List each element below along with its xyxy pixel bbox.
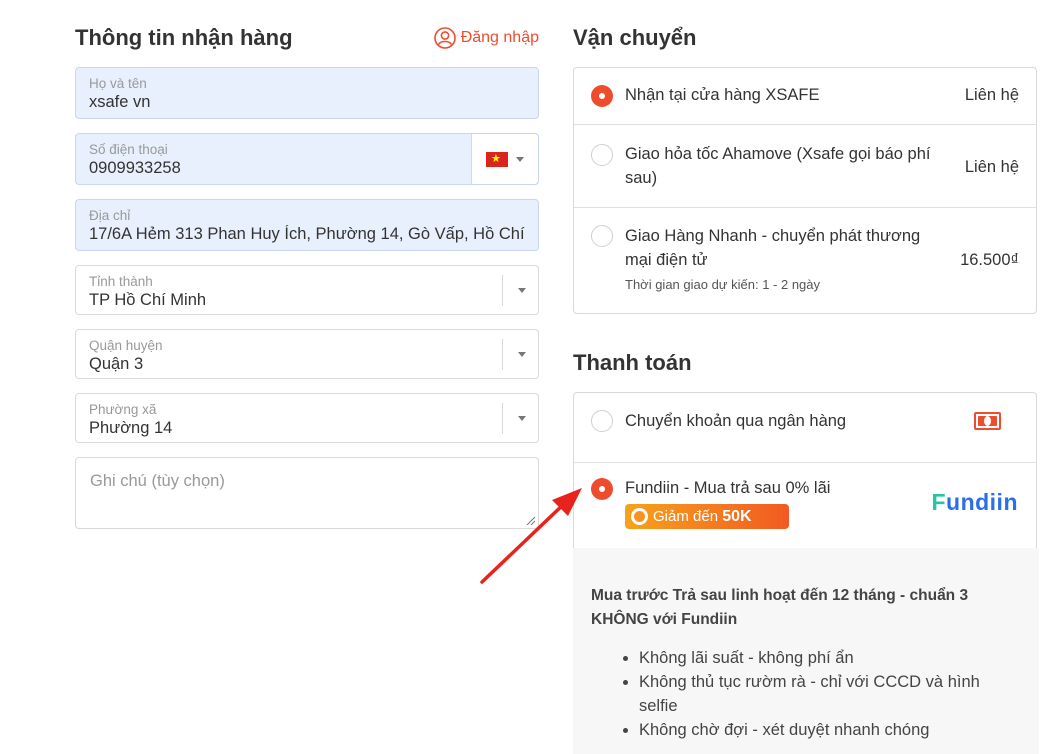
coin-icon <box>631 508 648 525</box>
radio-selected[interactable] <box>591 478 613 500</box>
address-value: 17/6A Hẻm 313 Phan Huy Ích, Phường 14, G… <box>89 225 528 243</box>
shipping-option-store[interactable]: Nhận tại cửa hàng XSAFE Liên hệ <box>574 68 1036 125</box>
chevron-down-icon <box>518 352 526 357</box>
receiver-header: Thông tin nhận hàng Đăng nhập <box>75 22 539 54</box>
phone-field[interactable]: Số điện thoại 0909933258 <box>75 133 539 185</box>
chevron-down-icon <box>518 416 526 421</box>
annotation-arrow-icon <box>480 488 582 584</box>
payment-option-label: Chuyển khoản qua ngân hàng <box>625 412 847 430</box>
payment-title: Thanh toán <box>573 350 692 375</box>
vietnam-flag-icon <box>486 151 508 167</box>
district-select[interactable]: Quận huyện Quận 3 <box>75 329 539 379</box>
shipping-option-label: Giao Hàng Nhanh - chuyển phát thương mại… <box>625 227 921 269</box>
delivery-time-note: Thời gian giao dự kiến: 1 - 2 ngày <box>625 277 821 292</box>
shipping-option-price: Liên hệ <box>964 158 1019 176</box>
payment-options: Chuyển khoản qua ngân hàng Fundiin - Mua… <box>573 392 1037 555</box>
list-item: Không thủ tục rườm rà - chỉ với CCCD và … <box>639 670 1021 718</box>
shipping-header: Vận chuyển <box>573 22 1037 54</box>
full-name-label: Họ và tên <box>89 76 147 91</box>
chevron-down-icon <box>518 288 526 293</box>
shipping-option-label: Giao hỏa tốc Ahamove (Xsafe gọi báo phí … <box>625 145 931 187</box>
province-label: Tỉnh thành <box>89 274 153 289</box>
shipping-option-price: Liên hệ <box>964 86 1019 104</box>
radio-unselected[interactable] <box>591 410 613 432</box>
shipping-option-label: Nhận tại cửa hàng XSAFE <box>625 86 820 104</box>
login-label: Đăng nhập <box>460 29 539 46</box>
list-item: Không lãi suất - không phí ẩn <box>639 646 1021 670</box>
shipping-option-price: 16.500₫ <box>960 251 1019 269</box>
province-value: TP Hồ Chí Minh <box>89 291 207 309</box>
shipping-title: Vận chuyển <box>573 25 697 50</box>
discount-badge-text: Giảm đến 50K <box>653 507 752 525</box>
address-field[interactable]: Địa chỉ 17/6A Hẻm 313 Phan Huy Ích, Phườ… <box>75 199 539 251</box>
phone-value: 0909933258 <box>89 159 181 177</box>
full-name-field[interactable]: Họ và tên xsafe vn <box>75 67 539 119</box>
user-icon <box>433 27 456 49</box>
chevron-down-icon <box>516 156 524 162</box>
discount-badge: Giảm đến 50K <box>625 504 789 529</box>
fundiin-logo: Fundiin <box>931 489 1018 515</box>
ward-select[interactable]: Phường xã Phường 14 <box>75 393 539 443</box>
full-name-value: xsafe vn <box>89 93 151 111</box>
ward-value: Phường 14 <box>89 419 173 437</box>
bank-transfer-icon <box>974 412 1001 430</box>
radio-unselected[interactable] <box>591 225 613 247</box>
checkout-options: Vận chuyển Nhận tại cửa hàng XSAFE Liên … <box>573 22 1037 555</box>
payment-option-fundiin[interactable]: Fundiin - Mua trả sau 0% lãi Giảm đến 50… <box>574 463 1036 555</box>
select-divider <box>502 403 503 434</box>
select-divider <box>502 275 503 306</box>
province-select[interactable]: Tỉnh thành TP Hồ Chí Minh <box>75 265 539 315</box>
list-item: Không chờ đợi - xét duyệt nhanh chóng <box>639 718 1021 742</box>
fundiin-info-panel: Mua trước Trả sau linh hoạt đến 12 tháng… <box>573 548 1039 754</box>
fundiin-headline: Mua trước Trả sau linh hoạt đến 12 tháng… <box>591 587 969 628</box>
select-divider <box>502 339 503 370</box>
shipping-options: Nhận tại cửa hàng XSAFE Liên hệ Giao hỏa… <box>573 67 1037 314</box>
payment-header: Thanh toán <box>573 347 1037 379</box>
login-link[interactable]: Đăng nhập <box>433 27 539 49</box>
district-label: Quận huyện <box>89 338 163 353</box>
country-code-select[interactable] <box>471 134 538 184</box>
payment-option-label: Fundiin - Mua trả sau 0% lãi <box>625 479 831 497</box>
phone-label: Số điện thoại <box>89 142 168 157</box>
receiver-title: Thông tin nhận hàng <box>75 25 293 50</box>
note-placeholder: Ghi chú (tùy chọn) <box>90 472 225 490</box>
payment-option-bank[interactable]: Chuyển khoản qua ngân hàng <box>574 393 1036 463</box>
ward-label: Phường xã <box>89 402 157 417</box>
receiver-section: Thông tin nhận hàng Đăng nhập Họ và tên … <box>75 22 539 543</box>
district-value: Quận 3 <box>89 355 144 373</box>
shipping-option-ghn[interactable]: Giao Hàng Nhanh - chuyển phát thương mại… <box>574 208 1036 313</box>
address-label: Địa chỉ <box>89 208 131 223</box>
radio-unselected[interactable] <box>591 144 613 166</box>
radio-selected[interactable] <box>591 85 613 107</box>
fundiin-benefits: Không lãi suất - không phí ẩn Không thủ … <box>591 646 1021 742</box>
shipping-option-ahamove[interactable]: Giao hỏa tốc Ahamove (Xsafe gọi báo phí … <box>574 125 1036 208</box>
